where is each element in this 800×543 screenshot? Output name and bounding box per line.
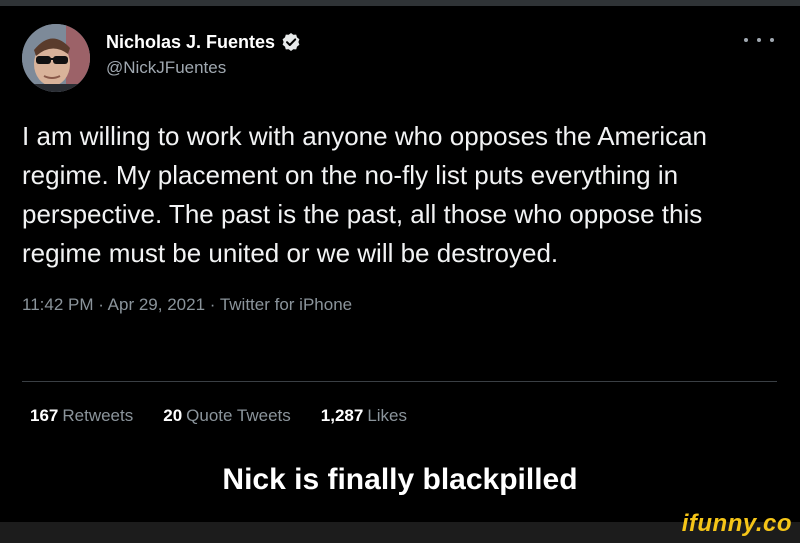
display-name[interactable]: Nicholas J. Fuentes bbox=[106, 32, 275, 53]
top-border bbox=[0, 0, 800, 6]
verified-badge-icon bbox=[281, 32, 301, 52]
stat-quote-tweets[interactable]: 20 Quote Tweets bbox=[163, 406, 291, 426]
stat-count: 20 bbox=[163, 406, 183, 425]
stat-count: 167 bbox=[30, 406, 59, 425]
stat-count: 1,287 bbox=[320, 406, 364, 425]
tweet-stats: 167 Retweets 20 Quote Tweets 1,287 Likes bbox=[30, 406, 407, 426]
stat-label: Likes bbox=[367, 406, 407, 425]
footer-bar bbox=[0, 522, 800, 543]
stat-label: Retweets bbox=[62, 406, 134, 425]
tweet-text: I am willing to work with anyone who opp… bbox=[22, 121, 708, 268]
display-name-row: Nicholas J. Fuentes bbox=[106, 30, 301, 54]
more-options-icon[interactable] bbox=[744, 30, 774, 50]
user-names: Nicholas J. Fuentes @NickJFuentes bbox=[106, 30, 301, 78]
meme-caption: Nick is finally blackpilled bbox=[222, 463, 578, 496]
tweet-header: Nicholas J. Fuentes @NickJFuentes bbox=[22, 24, 778, 94]
divider bbox=[22, 381, 777, 382]
stat-label: Quote Tweets bbox=[186, 406, 291, 425]
user-handle[interactable]: @NickJFuentes bbox=[106, 58, 301, 78]
ifunny-watermark: ifunny.co bbox=[681, 510, 792, 537]
tweet-card: Nicholas J. Fuentes @NickJFuentes I am w… bbox=[22, 24, 778, 315]
avatar[interactable] bbox=[22, 24, 90, 92]
stat-likes[interactable]: 1,287 Likes bbox=[321, 406, 407, 426]
stat-retweets[interactable]: 167 Retweets bbox=[30, 406, 133, 426]
tweet-meta[interactable]: 11:42 PM · Apr 29, 2021 · Twitter for iP… bbox=[22, 295, 778, 315]
